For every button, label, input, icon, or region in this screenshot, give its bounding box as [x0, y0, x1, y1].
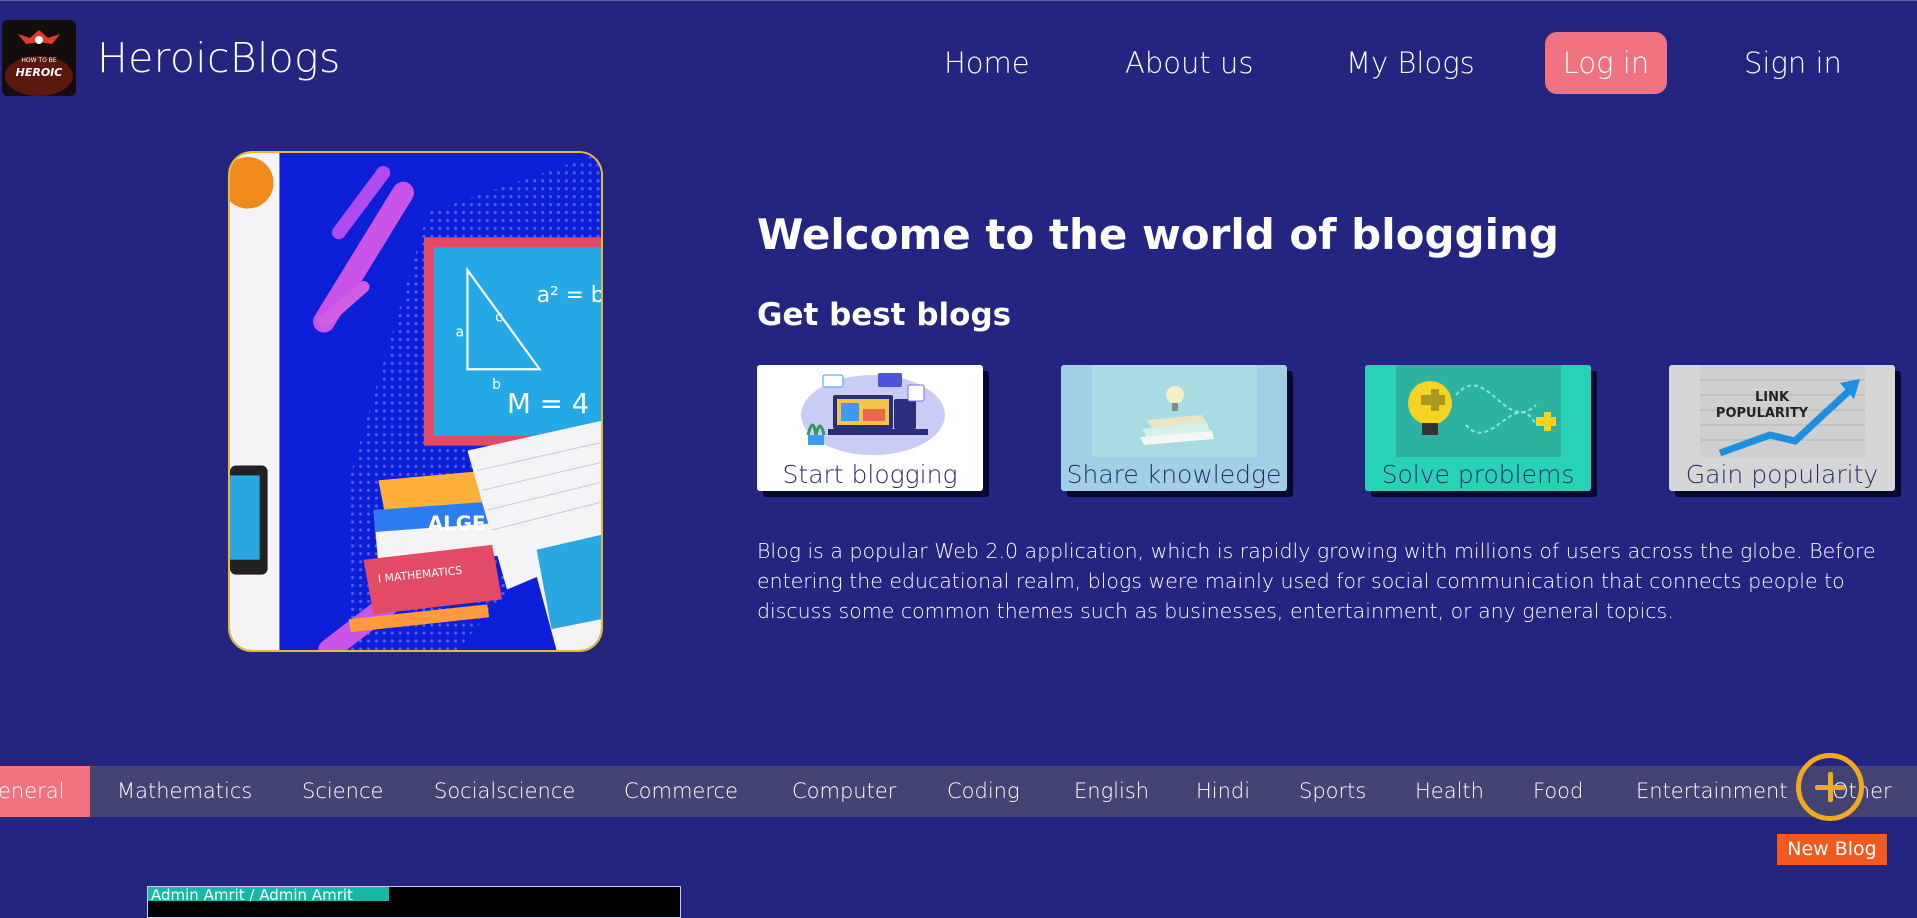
puzzle-bulb-icon: [1395, 365, 1561, 457]
brand-name[interactable]: HeroicBlogs: [97, 34, 341, 82]
post-preview-card[interactable]: Admin Amrit / Admin Amrit: [147, 886, 681, 918]
category-coding[interactable]: Coding: [947, 766, 1020, 817]
card-gain-popularity-image: LINK POPULARITY: [1669, 365, 1895, 457]
category-computer[interactable]: Computer: [792, 766, 896, 817]
card-solve-problems-label: Solve problems: [1381, 460, 1575, 489]
svg-text:ALGE: ALGE: [428, 512, 486, 535]
card-start-blogging-label: Start blogging: [782, 460, 958, 489]
svg-text:c: c: [495, 310, 503, 326]
svg-text:a: a: [456, 325, 464, 341]
heroic-logo-icon: HOW TO BE HEROIC: [2, 20, 76, 96]
desk-workspace-icon: [800, 373, 945, 455]
post-author: Admin Amrit / Admin Amrit: [148, 887, 389, 904]
card-solve-problems[interactable]: Solve problems: [1365, 365, 1591, 491]
category-commerce[interactable]: Commerce: [624, 766, 738, 817]
category-mathematics[interactable]: Mathematics: [117, 766, 252, 817]
card-start-blogging[interactable]: Start blogging: [757, 365, 983, 491]
svg-text:M = 4: M = 4: [507, 387, 589, 420]
signin-button[interactable]: Sign in: [1744, 32, 1842, 94]
popularity-text-2: POPULARITY: [1715, 406, 1808, 421]
hero-subtitle: Get best blogs: [757, 297, 1012, 333]
category-health[interactable]: Health: [1415, 766, 1484, 817]
card-gain-popularity[interactable]: LINK POPULARITY Gain popularity: [1669, 365, 1895, 491]
category-hindi[interactable]: Hindi: [1196, 766, 1250, 817]
popularity-text-1: LINK: [1754, 390, 1789, 405]
card-share-knowledge-image: [1061, 365, 1287, 457]
login-button[interactable]: Log in: [1545, 32, 1667, 94]
card-solve-problems-image: [1365, 365, 1591, 457]
nav-my-blogs[interactable]: My Blogs: [1346, 32, 1475, 94]
education-illustration: a² = b M = 4 a c b ALGE I MATHEMATICS: [230, 153, 601, 650]
link-popularity-icon: LINK POPULARITY: [1699, 365, 1865, 457]
card-start-blogging-image: [757, 365, 983, 457]
nav-home[interactable]: Home: [944, 32, 1030, 94]
svg-text:b: b: [492, 377, 501, 393]
hero-title: Welcome to the world of blogging: [757, 210, 1559, 259]
category-bar: eneral Mathematics Science Socialscience…: [0, 766, 1917, 817]
hero-description: Blog is a popular Web 2.0 application, w…: [757, 539, 1876, 623]
category-english[interactable]: English: [1074, 766, 1149, 817]
top-border: [0, 0, 1917, 1]
card-share-knowledge[interactable]: Share knowledge: [1061, 365, 1287, 491]
hero-image: a² = b M = 4 a c b ALGE I MATHEMATICS: [228, 151, 603, 652]
category-socialscience[interactable]: Socialscience: [434, 766, 575, 817]
category-entertainment[interactable]: Entertainment: [1636, 766, 1788, 817]
new-blog-button[interactable]: New Blog: [1777, 834, 1887, 865]
category-science[interactable]: Science: [302, 766, 383, 817]
new-blog-plus-icon[interactable]: [1796, 753, 1864, 821]
category-general[interactable]: eneral: [0, 766, 90, 817]
category-sports[interactable]: Sports: [1299, 766, 1366, 817]
logo-small-text: HOW TO BE: [21, 57, 56, 64]
category-food[interactable]: Food: [1533, 766, 1583, 817]
svg-text:HEROIC: HEROIC: [16, 66, 63, 79]
site-logo[interactable]: HOW TO BE HEROIC: [2, 20, 76, 96]
card-share-knowledge-label: Share knowledge: [1066, 460, 1282, 489]
nav-about-us[interactable]: About us: [1125, 32, 1253, 94]
svg-text:a² = b: a² = b: [537, 283, 601, 308]
lightbulb-books-icon: [1091, 365, 1257, 457]
card-gain-popularity-label: Gain popularity: [1685, 460, 1879, 489]
